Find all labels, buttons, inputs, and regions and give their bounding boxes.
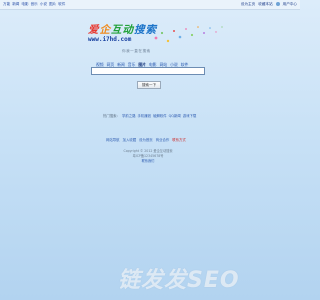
logo-char: 爱: [88, 24, 100, 36]
top-nav: 万能 新闻 电影 音乐 小说 图片 软件: [3, 1, 65, 7]
set-home-link[interactable]: 设为主页: [241, 1, 255, 7]
logo-char: 企: [99, 24, 111, 36]
logo-domain: www.i7hd.com: [88, 36, 132, 43]
top-nav-item[interactable]: 万能: [3, 1, 10, 7]
top-nav-item[interactable]: 电影: [21, 1, 28, 7]
hot-searches: 热门搜索： 学前之路 手机赚钱 破解软件 QQ新闻 游戏下载: [103, 113, 196, 118]
user-icon: [275, 2, 280, 6]
top-nav-item[interactable]: 软件: [58, 1, 65, 7]
search-input[interactable]: [91, 67, 205, 75]
top-nav-item[interactable]: 小说: [40, 1, 47, 7]
logo-title: 爱企互动搜索: [88, 22, 157, 37]
hot-label: 热门搜索：: [103, 114, 120, 118]
logo-slogan: 你我一直在搜索: [122, 49, 151, 53]
contact-link-highlight[interactable]: 联系方式: [172, 137, 186, 142]
site-link[interactable]: 商业合作: [156, 137, 170, 142]
footer-contact-link[interactable]: 联系我们: [108, 159, 188, 164]
top-nav-item[interactable]: 图片: [49, 1, 56, 7]
top-nav-item[interactable]: 音乐: [31, 1, 38, 7]
site-links: 网站导航 加入收藏 设为首页 商业合作 联系方式: [106, 137, 186, 142]
hot-link[interactable]: 破解软件: [153, 113, 167, 118]
logo-char: 搜: [134, 24, 146, 36]
hot-link[interactable]: 手机赚钱: [138, 113, 152, 118]
decorative-petals-icon: [154, 26, 223, 43]
top-bar: 万能 新闻 电影 音乐 小说 图片 软件 设为主页 收藏本站 用户中心: [0, 0, 300, 10]
search-row: [91, 67, 205, 75]
site-link[interactable]: 网站导航: [106, 137, 120, 142]
hot-link[interactable]: QQ新闻: [169, 113, 181, 118]
footer: Copyright © 2012 爱企互动搜索 粤ICP备12345678号 联…: [108, 149, 188, 164]
watermark: 链发发SEO: [118, 268, 240, 293]
top-right-links: 设为主页 收藏本站 用户中心: [241, 1, 297, 7]
site-link[interactable]: 加入收藏: [123, 137, 137, 142]
site-link[interactable]: 设为首页: [139, 137, 153, 142]
hot-link[interactable]: 学前之路: [122, 113, 136, 118]
top-nav-item[interactable]: 新闻: [12, 1, 19, 7]
user-center-link[interactable]: 用户中心: [283, 1, 297, 7]
logo-char: 动: [122, 24, 134, 36]
favorite-link[interactable]: 收藏本站: [258, 1, 272, 7]
logo-char: 互: [111, 24, 123, 36]
search-button[interactable]: 搜索一下: [137, 81, 161, 89]
hot-link[interactable]: 游戏下载: [183, 113, 197, 118]
